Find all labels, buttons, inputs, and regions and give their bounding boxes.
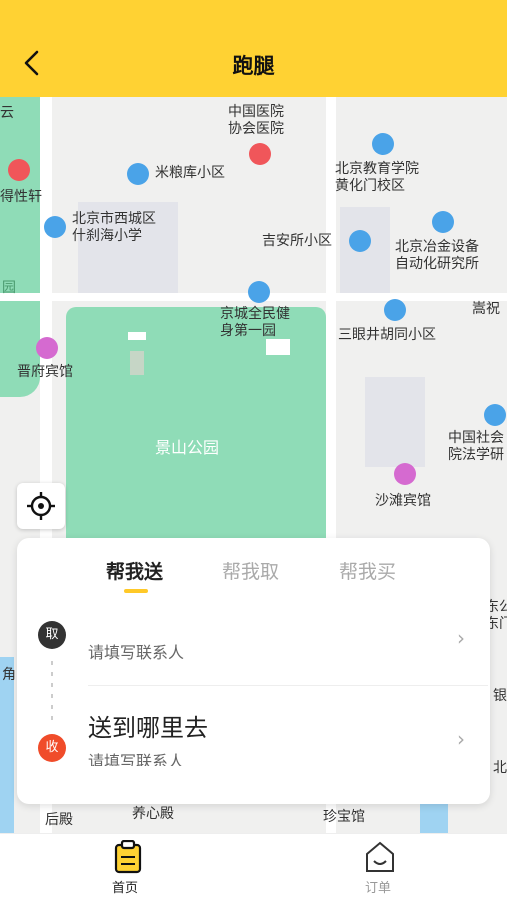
poi-label[interactable]: 沙滩宾馆 [375, 493, 431, 510]
order-card: 帮我送 帮我取 帮我买 取 请填写联系人 › 收 送到哪里去 请填写联系人 › [17, 538, 490, 804]
tab-home[interactable]: 首页 [98, 838, 158, 896]
poi-label[interactable]: 晋府宾馆 [17, 364, 73, 381]
poi-label[interactable]: 北 [493, 760, 507, 777]
app-header: 跑腿 [0, 0, 507, 97]
map-block [128, 332, 146, 340]
tab-orders[interactable]: 订单 [350, 838, 410, 896]
tab-send[interactable]: 帮我送 [106, 557, 163, 584]
tab-orders-label: 订单 [365, 881, 392, 896]
research-pin-icon[interactable] [432, 211, 454, 233]
poi-label[interactable]: 角 [2, 667, 16, 684]
residence-pin-icon[interactable] [8, 159, 30, 181]
school-pin-icon[interactable] [44, 216, 66, 238]
clipboard-icon [114, 840, 142, 874]
poi-label[interactable]: 后殿 [45, 812, 73, 829]
poi-label[interactable]: 吉安所小区 [262, 233, 332, 250]
crosshair-icon [27, 492, 55, 520]
poi-label[interactable]: 三眼井胡同小区 [338, 327, 436, 344]
route-dash [51, 683, 53, 687]
poi-label[interactable]: 得性轩 [0, 189, 42, 206]
route-dash [51, 694, 53, 698]
poi-label[interactable]: 养心殿 [132, 806, 174, 823]
dropoff-badge: 收 [38, 734, 66, 762]
residence-pin-icon[interactable] [349, 230, 371, 252]
poi-label[interactable]: 景山公园 [155, 439, 219, 456]
poi-label[interactable]: 中国社会 院法学研 [448, 430, 504, 464]
pickup-badge: 取 [38, 621, 66, 649]
poi-label[interactable]: 园 [2, 280, 16, 297]
map-block [130, 351, 144, 375]
poi-label[interactable]: 京城全民健 身第一园 [220, 306, 290, 340]
poi-label[interactable]: 北京市西城区 什刹海小学 [72, 211, 156, 245]
route-dash [51, 716, 53, 720]
poi-label[interactable]: 银 [493, 688, 507, 705]
poi-label[interactable]: 嵩祝 [472, 301, 500, 318]
poi-label[interactable]: 北京冶金设备 自动化研究所 [395, 239, 479, 273]
route-dash [51, 705, 53, 709]
field-divider [88, 685, 488, 686]
school-pin-icon[interactable] [372, 133, 394, 155]
location-pin-icon[interactable] [248, 281, 270, 303]
tab-home-label: 首页 [112, 881, 139, 896]
poi-label[interactable]: 云 [0, 105, 14, 122]
dropoff-chevron-icon[interactable]: › [457, 727, 465, 751]
route-dash [51, 661, 53, 665]
tab-buy[interactable]: 帮我买 [339, 557, 396, 584]
dropoff-contact-field[interactable]: 请填写联系人 [88, 748, 184, 766]
bottom-tab-bar: 首页 订单 [0, 833, 507, 901]
dropoff-address-field[interactable]: 送到哪里去 [88, 708, 208, 743]
research-pin-icon[interactable] [484, 404, 506, 426]
map-block [266, 339, 290, 355]
residence-pin-icon[interactable] [127, 163, 149, 185]
tab-pickup[interactable]: 帮我取 [222, 557, 279, 584]
poi-label[interactable]: 中国医院 协会医院 [228, 104, 284, 138]
map-block [365, 377, 425, 467]
hospital-pin-icon[interactable] [249, 143, 271, 165]
active-tab-indicator [124, 589, 148, 593]
smile-bag-icon [366, 841, 394, 872]
pickup-chevron-icon[interactable]: › [457, 626, 465, 650]
park-area-west [0, 97, 40, 397]
locate-button[interactable] [17, 483, 65, 529]
map-block [340, 207, 390, 297]
poi-label[interactable]: 珍宝馆 [323, 809, 365, 826]
route-dash [51, 672, 53, 676]
pickup-contact-field[interactable]: 请填写联系人 [88, 639, 184, 663]
page-title: 跑腿 [232, 54, 275, 78]
poi-label[interactable]: 北京教育学院 黄化门校区 [335, 161, 419, 195]
hotel-pin-icon[interactable] [394, 463, 416, 485]
poi-label[interactable]: 米粮库小区 [155, 165, 225, 182]
residence-pin-icon[interactable] [384, 299, 406, 321]
hotel-pin-icon[interactable] [36, 337, 58, 359]
